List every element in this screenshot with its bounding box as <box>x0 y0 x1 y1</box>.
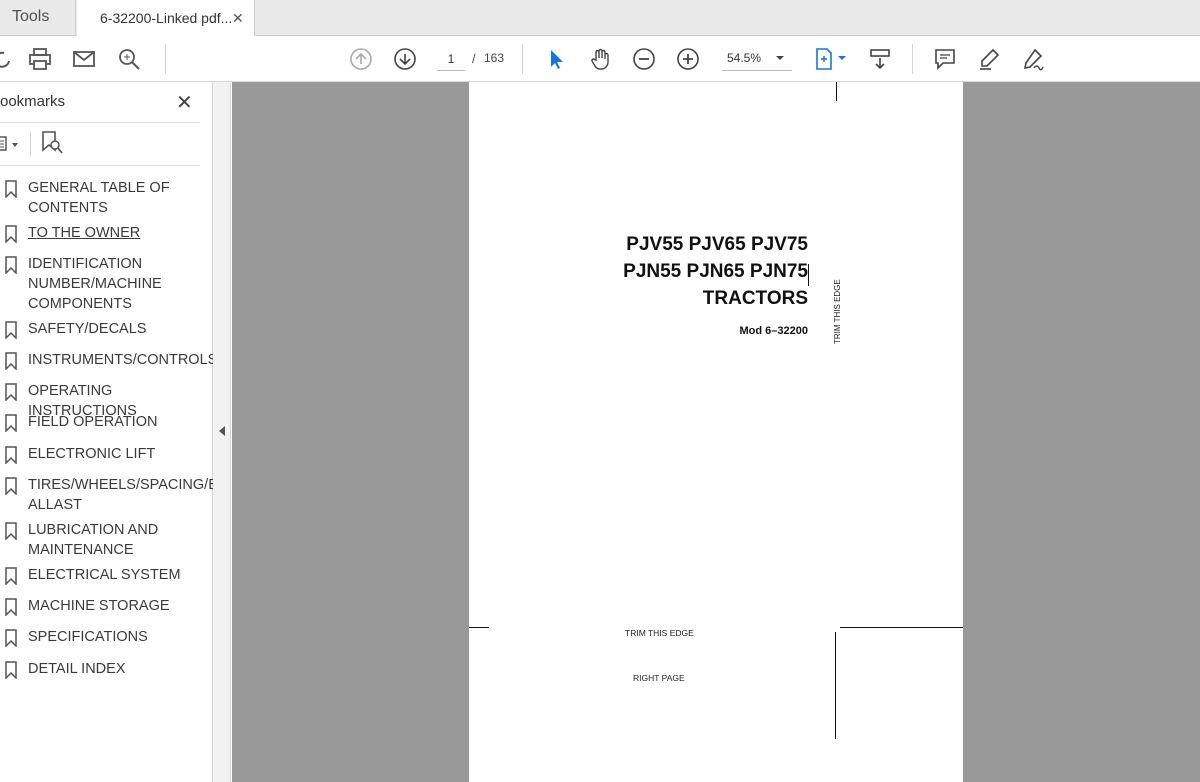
select-cursor-icon[interactable] <box>542 45 570 73</box>
comment-icon[interactable] <box>931 45 959 73</box>
crop-mark <box>835 632 836 739</box>
bookmark-label: ELECTRICAL SYSTEM <box>28 567 181 583</box>
tab-document[interactable]: 6-32200-Linked pdf... <box>77 0 255 37</box>
panel-title: ookmarks <box>0 93 66 110</box>
crop-mark <box>836 82 837 101</box>
bookmark-label: FIELD OPERATION <box>28 414 158 430</box>
bookmark-icon <box>5 414 17 432</box>
tab-bar: Tools 6-32200-Linked pdf... ✕ <box>0 0 1200 37</box>
find-bookmark-icon[interactable] <box>40 130 64 161</box>
page-number-input[interactable] <box>437 47 465 71</box>
panel-splitter[interactable] <box>213 82 231 782</box>
tab-close-icon[interactable]: ✕ <box>232 10 244 27</box>
document-model-number: Mod 6–32200 <box>739 325 808 337</box>
document-title-line-1: PJV55 PJV65 PJV75 <box>626 234 808 255</box>
bookmark-icon <box>5 567 17 585</box>
page-separator: / <box>472 51 476 66</box>
panel-toolbar-separator <box>30 132 31 156</box>
bookmark-label: LUBRICATION AND MAINTENANCE <box>28 522 159 558</box>
scroll-mode-icon[interactable] <box>866 45 894 73</box>
bookmark-icon <box>5 629 17 647</box>
main-toolbar: / 163 54.5% <box>0 36 1200 82</box>
bookmark-icon <box>5 477 17 495</box>
zoom-in-icon[interactable] <box>674 45 702 73</box>
bookmark-label: SAFETY/DECALS <box>28 321 147 337</box>
text-cursor <box>808 264 809 286</box>
bookmark-label: INSTRUMENTS/CONTROLS <box>28 352 218 368</box>
toolbar-separator <box>912 44 913 74</box>
tab-document-label: 6-32200-Linked pdf... <box>100 10 233 26</box>
bookmark-label: GENERAL TABLE OF CONTENTS <box>28 180 170 216</box>
chevron-down-icon[interactable] <box>776 56 784 60</box>
search-icon[interactable] <box>115 45 143 73</box>
bookmark-icon <box>5 225 17 243</box>
bookmark-label: TO THE OWNER <box>28 225 141 241</box>
page-total: 163 <box>484 51 505 65</box>
toolbar-separator <box>165 44 166 74</box>
right-page-label: RIGHT PAGE <box>633 673 685 683</box>
crop-mark <box>840 627 963 628</box>
document-title-line-3: TRACTORS <box>702 288 808 309</box>
bookmark-label: IDENTIFICATION NUMBER/MACHINE COMPONENTS <box>28 256 162 312</box>
bookmark-label: TIRES/WHEELS/SPACING/B ALLAST <box>28 477 218 513</box>
toolbar-separator <box>522 44 523 74</box>
highlight-icon[interactable] <box>975 45 1003 73</box>
fit-page-icon[interactable] <box>810 45 838 73</box>
document-view[interactable]: PJV55 PJV65 PJV75 PJN55 PJN65 PJN75 TRAC… <box>232 82 1200 782</box>
share-icon[interactable] <box>0 45 16 73</box>
zoom-out-icon[interactable] <box>630 45 658 73</box>
print-icon[interactable] <box>26 45 54 73</box>
bookmark-icon <box>5 352 17 370</box>
chevron-down-icon[interactable] <box>838 56 846 60</box>
bookmark-label: SPECIFICATIONS <box>28 629 148 645</box>
bookmark-icon <box>5 522 17 540</box>
tab-tools[interactable]: Tools <box>0 0 76 36</box>
trim-edge-vertical-label: TRIM THIS EDGE <box>833 279 842 344</box>
zoom-level-value: 54.5% <box>727 51 762 65</box>
options-menu-icon[interactable] <box>0 134 24 159</box>
bookmark-icon <box>5 256 17 274</box>
bookmarks-panel: ookmarks ✕ GENERAL TABLE OF CONTENTS TO … <box>0 82 218 782</box>
bookmark-label: DETAIL INDEX <box>28 661 126 677</box>
email-icon[interactable] <box>70 45 98 73</box>
page-down-icon[interactable] <box>391 45 419 73</box>
bookmark-icon <box>5 661 17 679</box>
bookmark-icon <box>5 446 17 464</box>
bookmark-icon <box>5 383 17 401</box>
bookmark-label: MACHINE STORAGE <box>28 598 170 614</box>
bookmark-label: ELECTRONIC LIFT <box>28 446 156 462</box>
document-title-line-2: PJN55 PJN65 PJN75 <box>623 261 808 282</box>
close-icon[interactable]: ✕ <box>176 90 193 115</box>
pdf-page: PJV55 PJV65 PJV75 PJN55 PJN65 PJN75 TRAC… <box>469 82 963 782</box>
crop-mark <box>469 627 489 628</box>
page-up-icon[interactable] <box>347 45 375 73</box>
hand-tool-icon[interactable] <box>586 45 614 73</box>
sign-icon[interactable] <box>1019 45 1047 73</box>
bookmark-icon <box>5 321 17 339</box>
panel-divider <box>0 122 200 123</box>
bookmark-icon <box>5 180 17 198</box>
trim-edge-bottom-label: TRIM THIS EDGE <box>625 628 694 638</box>
collapse-panel-icon[interactable] <box>219 426 225 436</box>
panel-divider <box>0 165 200 166</box>
bookmark-icon <box>5 598 17 616</box>
